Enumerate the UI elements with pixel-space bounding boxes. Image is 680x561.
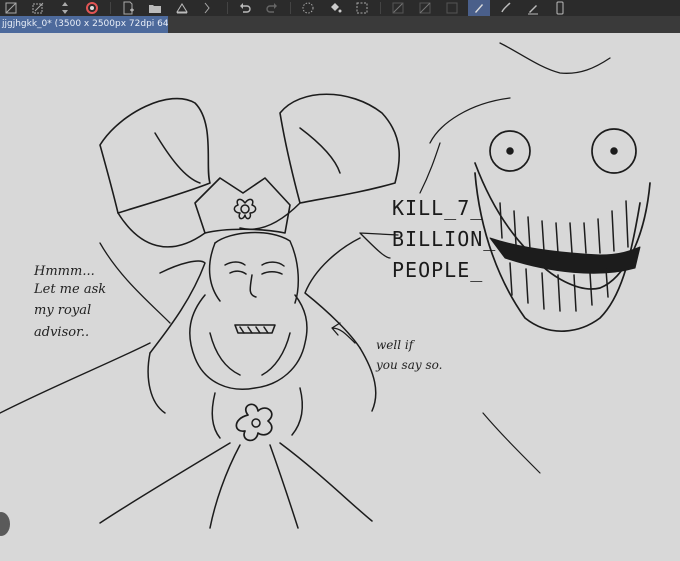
shout-text: KILL_7_ BILLION_ PEOPLE_ — [392, 193, 496, 286]
document-tab[interactable]: jjgjhgkk_0* (3500 x 2500px 72dpi 64.4%) — [0, 16, 168, 33]
new-layer-icon[interactable] — [117, 0, 139, 16]
arrows-updown-icon[interactable] — [54, 0, 76, 16]
reply-text: well if you say so. — [376, 337, 442, 373]
open-folder-icon[interactable] — [144, 0, 166, 16]
king-speech-line: advisor.. — [34, 324, 90, 340]
toolbar — [0, 0, 680, 17]
toolbar-separator — [227, 2, 228, 14]
shout-line: BILLION_ — [392, 227, 497, 251]
ruler-icon[interactable] — [414, 0, 436, 16]
transform-icon[interactable] — [0, 0, 22, 16]
device-icon[interactable] — [549, 0, 571, 16]
lasso-icon[interactable] — [441, 0, 463, 16]
king-speech-line: my royal — [34, 303, 92, 319]
redo-icon[interactable] — [261, 0, 283, 16]
toolbar-separator — [110, 2, 111, 14]
selection-icon[interactable] — [351, 0, 373, 16]
pencil-icon[interactable] — [522, 0, 544, 16]
shout-line: KILL_7_ — [392, 196, 484, 220]
save-icon[interactable] — [171, 0, 193, 16]
deselect-icon[interactable] — [27, 0, 49, 16]
reply-line: you say so. — [376, 358, 443, 373]
pen-icon[interactable] — [468, 0, 490, 16]
brush-icon[interactable] — [495, 0, 517, 16]
shout-line: PEOPLE_ — [392, 258, 484, 282]
document-tabbar: jjgjhgkk_0* (3500 x 2500px 72dpi 64.4%) — [0, 16, 680, 33]
eraser-icon[interactable] — [387, 0, 409, 16]
drawing-canvas[interactable]: Hmmm... Let me ask my royal advisor.. KI… — [0, 33, 680, 561]
fill-icon[interactable] — [324, 0, 346, 16]
toolbar-separator — [290, 2, 291, 14]
reply-line: well if — [376, 338, 414, 352]
king-speech-line: Hmmm... — [34, 264, 95, 279]
loading-icon[interactable] — [297, 0, 319, 16]
undo-icon[interactable] — [234, 0, 256, 16]
color-wheel-icon[interactable] — [81, 0, 103, 16]
king-speech-line: Let me ask — [34, 281, 107, 297]
toolbar-separator — [380, 2, 381, 14]
settings-icon[interactable] — [198, 0, 220, 16]
king-speech-text: Hmmm... Let me ask my royal advisor.. — [34, 263, 106, 341]
